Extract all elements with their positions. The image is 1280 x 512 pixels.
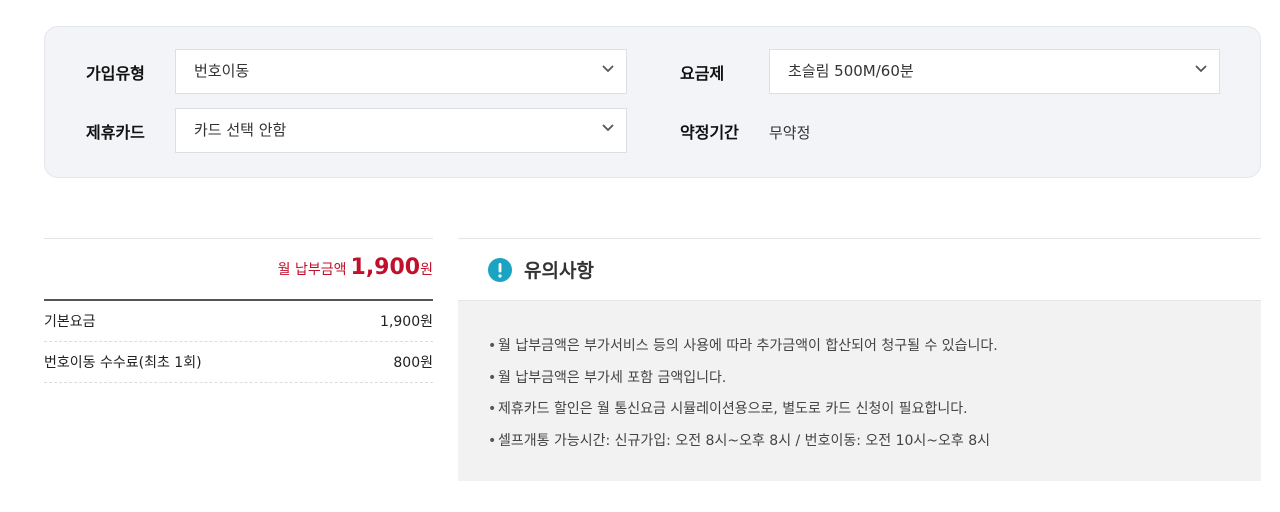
list-item: • 월 납부금액은 부가서비스 등의 사용에 따라 추가금액이 합산되어 청구될 …	[488, 338, 998, 354]
fee-row-label: 기본요금	[44, 314, 96, 330]
contract-value: 무약정	[769, 124, 811, 142]
card-label: 제휴카드	[86, 123, 145, 142]
monthly-total-label: 월 납부금액	[277, 262, 347, 278]
fee-row-value: 800원	[393, 355, 433, 371]
plan-filter-panel: 가입유형 번호이동 요금제 초슬림 500M/60분 제휴카드 카드 선택 안함…	[44, 26, 1261, 178]
notice-panel: 유의사항 • 월 납부금액은 부가서비스 등의 사용에 따라 추가금액이 합산되어…	[458, 238, 1261, 481]
fee-row-label: 번호이동 수수료(최초 1회)	[44, 355, 202, 371]
join-type-value: 번호이동	[194, 62, 250, 80]
card-select[interactable]: 카드 선택 안함	[175, 108, 627, 153]
fee-summary: 월 납부금액 1,900원 기본요금 1,900원 번호이동 수수료(최초 1회)…	[44, 238, 433, 383]
monthly-total-unit: 원	[420, 262, 433, 278]
notice-text: 월 납부금액은 부가서비스 등의 사용에 따라 추가금액이 합산되어 청구될 수…	[498, 338, 998, 354]
notice-header: 유의사항	[458, 239, 1261, 301]
notice-text: 셀프개통 가능시간: 신규가입: 오전 8시~오후 8시 / 번호이동: 오전 …	[498, 432, 991, 449]
list-item: • 월 납부금액은 부가세 포함 금액입니다.	[488, 369, 727, 386]
notice-list: • 월 납부금액은 부가서비스 등의 사용에 따라 추가금액이 합산되어 청구될 …	[458, 301, 1261, 481]
chevron-down-icon	[602, 65, 614, 75]
list-item: • 제휴카드 할인은 월 통신요금 시뮬레이션용으로, 별도로 카드 신청이 필요…	[488, 401, 968, 417]
chevron-down-icon	[602, 124, 614, 134]
join-type-select[interactable]: 번호이동	[175, 49, 627, 94]
plan-select[interactable]: 초슬림 500M/60분	[769, 49, 1220, 94]
fee-row-value: 1,900원	[380, 314, 433, 330]
card-value: 카드 선택 안함	[194, 121, 287, 139]
notice-text: 제휴카드 할인은 월 통신요금 시뮬레이션용으로, 별도로 카드 신청이 필요합…	[498, 401, 968, 417]
plan-label: 요금제	[680, 64, 725, 83]
notice-title: 유의사항	[524, 260, 594, 282]
fee-row-base: 기본요금 1,900원	[44, 301, 433, 342]
monthly-total: 월 납부금액 1,900원	[44, 239, 433, 301]
contract-label: 약정기간	[680, 123, 739, 142]
chevron-down-icon	[1195, 65, 1207, 75]
fee-row-port-in: 번호이동 수수료(최초 1회) 800원	[44, 342, 433, 383]
plan-value: 초슬림 500M/60분	[788, 62, 914, 80]
notice-text: 월 납부금액은 부가세 포함 금액입니다.	[498, 369, 727, 386]
exclamation-circle-icon	[488, 257, 512, 282]
monthly-total-amount: 1,900	[350, 255, 421, 280]
join-type-label: 가입유형	[86, 64, 145, 83]
list-item: • 셀프개통 가능시간: 신규가입: 오전 8시~오후 8시 / 번호이동: 오전…	[488, 432, 991, 449]
